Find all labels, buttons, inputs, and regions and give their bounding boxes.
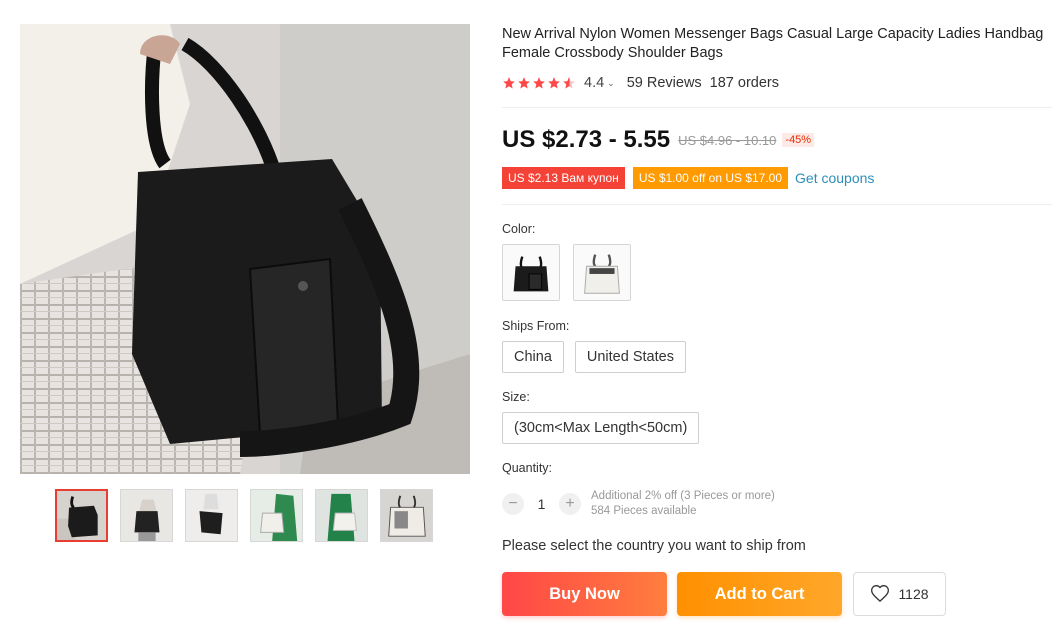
quantity-stepper: − 1 + Additional 2% off (3 Pieces or mor… xyxy=(502,489,775,519)
star-icon xyxy=(518,77,530,89)
color-options xyxy=(502,244,631,301)
size-option[interactable]: (30cm<Max Length<50cm) xyxy=(502,412,700,444)
size-label: Size: xyxy=(502,390,530,404)
bulk-discount-note: Additional 2% off (3 Pieces or more) xyxy=(591,490,775,502)
add-to-cart-button[interactable]: Add to Cart xyxy=(677,572,842,616)
action-buttons: Buy Now Add to Cart 1128 xyxy=(502,572,946,616)
coupon-orange[interactable]: US $1.00 off on US $17.00 xyxy=(632,167,789,189)
ships-from-options: China United States xyxy=(502,341,686,373)
star-icon xyxy=(533,77,545,89)
star-icon xyxy=(548,77,560,89)
color-option-black[interactable] xyxy=(502,244,560,301)
current-price: US $2.73 - 5.55 xyxy=(502,126,671,153)
quantity-plus-button[interactable]: + xyxy=(559,493,581,515)
half-star-icon xyxy=(563,77,575,89)
quantity-minus-button[interactable]: − xyxy=(502,493,524,515)
thumbnail-5[interactable] xyxy=(315,489,368,542)
quantity-label: Quantity: xyxy=(502,461,553,475)
product-main-image[interactable] xyxy=(20,24,470,474)
ship-country-notice: Please select the country you want to sh… xyxy=(502,538,806,554)
heart-icon xyxy=(871,584,890,602)
color-option-white[interactable] xyxy=(573,244,631,301)
coupon-row: US $2.13 Вам купон US $1.00 off on US $1… xyxy=(502,167,874,189)
thumbnail-6[interactable] xyxy=(380,489,433,542)
color-label: Color: xyxy=(502,222,536,236)
reviews-link[interactable]: 59 Reviews xyxy=(627,75,702,91)
thumbnail-3[interactable] xyxy=(185,489,238,542)
rating-stars xyxy=(502,76,576,90)
star-icon xyxy=(503,77,515,89)
original-price: US $4.96 - 10.10 xyxy=(678,132,777,148)
thumbnail-2[interactable] xyxy=(120,489,173,542)
discount-badge: -45% xyxy=(782,133,815,147)
coupon-red[interactable]: US $2.13 Вам купон xyxy=(502,167,625,189)
buy-now-button[interactable]: Buy Now xyxy=(502,572,667,616)
rating-row: 4.4 ⌄ 59 Reviews 187 orders xyxy=(502,74,779,92)
wishlist-count: 1128 xyxy=(898,586,929,602)
thumbnail-1[interactable] xyxy=(55,489,108,542)
rating-value[interactable]: 4.4 xyxy=(584,75,604,91)
chevron-down-icon[interactable]: ⌄ xyxy=(607,78,615,89)
thumbnail-4[interactable] xyxy=(250,489,303,542)
size-options: (30cm<Max Length<50cm) xyxy=(502,412,700,444)
divider xyxy=(502,204,1052,205)
ships-from-china[interactable]: China xyxy=(502,341,564,373)
price-row: US $2.73 - 5.55 US $4.96 - 10.10 -45% xyxy=(502,126,815,154)
wishlist-button[interactable]: 1128 xyxy=(853,572,946,616)
get-coupons-link[interactable]: Get coupons xyxy=(795,170,874,186)
ships-from-united-states[interactable]: United States xyxy=(574,341,686,373)
product-title: New Arrival Nylon Women Messenger Bags C… xyxy=(502,26,1044,61)
divider xyxy=(502,107,1052,108)
quantity-info: Additional 2% off (3 Pieces or more) 584… xyxy=(591,489,775,519)
orders-count: 187 orders xyxy=(709,75,779,91)
quantity-input[interactable]: 1 xyxy=(524,496,559,512)
ships-from-label: Ships From: xyxy=(502,319,570,333)
pieces-available: 584 Pieces available xyxy=(591,505,697,517)
thumbnail-strip xyxy=(55,489,433,542)
